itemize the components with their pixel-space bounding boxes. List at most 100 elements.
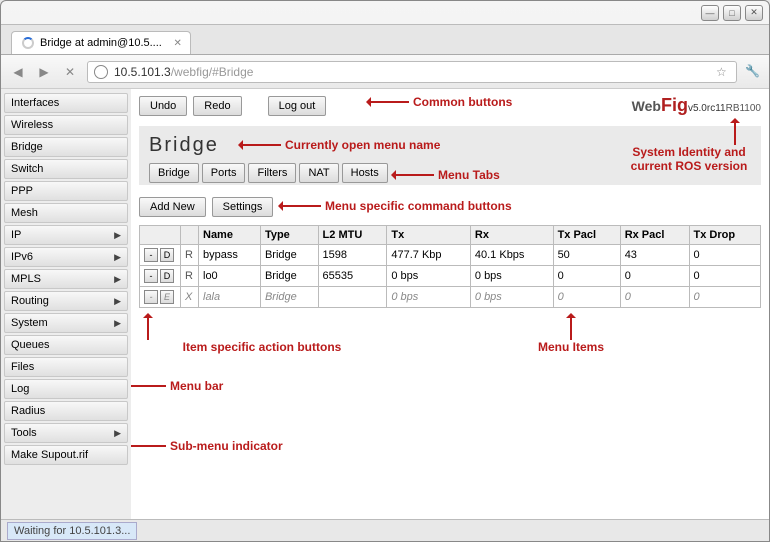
- back-icon[interactable]: ◀: [9, 63, 27, 81]
- tab-close-icon[interactable]: ✕: [173, 38, 181, 49]
- logo-identity: WebFigv5.0rc11RB1100: [632, 95, 761, 116]
- row-action-button[interactable]: E: [160, 290, 174, 304]
- sidebar-item-label: MPLS: [11, 273, 41, 285]
- col-header[interactable]: Rx Pacl: [620, 226, 689, 245]
- url-input[interactable]: 10.5.101.3/webfig/#Bridge ☆: [87, 61, 737, 83]
- ann-item-buttons: Item specific action buttons: [142, 314, 382, 354]
- tab-filters[interactable]: Filters: [248, 163, 296, 183]
- window-minimize-button[interactable]: —: [701, 5, 719, 21]
- cell-type: Bridge: [260, 287, 318, 308]
- cell-rxp: 0: [620, 266, 689, 287]
- cell-rxp: 43: [620, 245, 689, 266]
- cell-txp: 0: [553, 266, 620, 287]
- sidebar-item-ipv6[interactable]: IPv6▶: [4, 247, 128, 267]
- stop-icon[interactable]: ✕: [61, 63, 79, 81]
- cell-txd: 0: [689, 287, 760, 308]
- logout-button[interactable]: Log out: [268, 96, 327, 116]
- col-header[interactable]: Tx Pacl: [553, 226, 620, 245]
- loading-spinner-icon: [22, 37, 34, 49]
- sidebar-item-routing[interactable]: Routing▶: [4, 291, 128, 311]
- col-header[interactable]: Type: [260, 226, 318, 245]
- cell-name: lo0: [199, 266, 261, 287]
- globe-icon: [94, 65, 108, 79]
- sidebar-item-system[interactable]: System ▶: [4, 313, 128, 333]
- add-new-button[interactable]: Add New: [139, 197, 206, 217]
- cell-txp: 0: [553, 287, 620, 308]
- ann-menu-bar: Menu bar: [131, 379, 223, 393]
- table-row[interactable]: -DRlo0Bridge655350 bps0 bps000: [140, 266, 761, 287]
- sidebar-item-label: IP: [11, 229, 21, 241]
- bookmark-star-icon[interactable]: ☆: [716, 65, 730, 79]
- col-header[interactable]: Rx: [470, 226, 553, 245]
- row-action-button[interactable]: D: [160, 269, 174, 283]
- sidebar-item-interfaces[interactable]: Interfaces: [4, 93, 128, 113]
- settings-button[interactable]: Settings: [212, 197, 274, 217]
- row-flag: X: [181, 287, 199, 308]
- sidebar-item-ip[interactable]: IP ▶: [4, 225, 128, 245]
- sidebar-item-label: Interfaces: [11, 97, 59, 109]
- url-host: 10.5.101.3: [114, 65, 171, 79]
- table-row[interactable]: -DRbypassBridge1598477.7 Kbp40.1 Kbps504…: [140, 245, 761, 266]
- row-action-button[interactable]: -: [144, 290, 158, 304]
- chevron-right-icon: ▶: [114, 318, 121, 329]
- undo-button[interactable]: Undo: [139, 96, 187, 116]
- settings-wrench-icon[interactable]: 🔧: [745, 64, 761, 80]
- sidebar-item-ppp[interactable]: PPP: [4, 181, 128, 201]
- chevron-right-icon: ▶: [114, 274, 121, 285]
- row-action-button[interactable]: D: [160, 248, 174, 262]
- sidebar-item-label: Radius: [11, 405, 45, 417]
- cell-txd: 0: [689, 245, 760, 266]
- sidebar-item-label: Tools: [11, 427, 37, 439]
- col-header[interactable]: Tx: [387, 226, 471, 245]
- sidebar-item-wireless[interactable]: Wireless: [4, 115, 128, 135]
- sidebar-item-label: Mesh: [11, 207, 38, 219]
- sidebar-item-make-supout.rif[interactable]: Make Supout.rif: [4, 445, 128, 465]
- logo-board: RB1100: [726, 103, 761, 114]
- tab-ports[interactable]: Ports: [202, 163, 246, 183]
- menu-bar: Interfaces Wireless Bridge Switch PPP Mesh IP ▶…: [1, 89, 131, 519]
- row-flag: R: [181, 266, 199, 287]
- col-header[interactable]: [181, 226, 199, 245]
- logo-web: Web: [632, 98, 661, 114]
- sidebar-item-mpls[interactable]: MPLS ▶: [4, 269, 128, 289]
- browser-toolbar: ◀ ▶ ✕ 10.5.101.3/webfig/#Bridge ☆ 🔧: [1, 55, 769, 89]
- browser-tab[interactable]: Bridge at admin@10.5.... ✕: [11, 31, 191, 54]
- sidebar-item-label: Wireless: [11, 119, 53, 131]
- redo-button[interactable]: Redo: [193, 96, 241, 116]
- sidebar-item-mesh[interactable]: Mesh: [4, 203, 128, 223]
- tab-nat[interactable]: NAT: [299, 163, 338, 183]
- sidebar-item-label: IPv6: [11, 251, 33, 263]
- window-close-button[interactable]: ✕: [745, 5, 763, 21]
- sidebar-item-log[interactable]: Log: [4, 379, 128, 399]
- sidebar-item-label: PPP: [11, 185, 33, 197]
- sidebar-item-label: Make Supout.rif: [11, 449, 88, 461]
- chevron-right-icon: ▶: [114, 230, 121, 241]
- ann-menu-items: Menu Items: [501, 314, 641, 354]
- table-row[interactable]: -EXlalaBridge0 bps0 bps000: [140, 287, 761, 308]
- logo-fig: Fig: [661, 95, 688, 115]
- row-action-button[interactable]: -: [144, 248, 158, 262]
- window-titlebar: — □ ✕: [1, 1, 769, 25]
- sidebar-item-label: System: [11, 317, 48, 329]
- sidebar-item-files[interactable]: Files: [4, 357, 128, 377]
- sidebar-item-radius[interactable]: Radius: [4, 401, 128, 421]
- chevron-right-icon: ▶: [114, 428, 121, 439]
- sidebar-item-tools[interactable]: Tools ▶: [4, 423, 128, 443]
- cell-rx: 40.1 Kbps: [470, 245, 553, 266]
- sidebar-item-bridge[interactable]: Bridge: [4, 137, 128, 157]
- tab-hosts[interactable]: Hosts: [342, 163, 388, 183]
- sidebar-item-switch[interactable]: Switch: [4, 159, 128, 179]
- sidebar-item-queues[interactable]: Queues: [4, 335, 128, 355]
- col-header[interactable]: L2 MTU: [318, 226, 387, 245]
- col-header[interactable]: Name: [199, 226, 261, 245]
- row-action-button[interactable]: -: [144, 269, 158, 283]
- command-buttons: Add New Settings: [139, 197, 761, 217]
- col-header[interactable]: Tx Drop: [689, 226, 760, 245]
- sidebar-item-label: Log: [11, 383, 29, 395]
- forward-icon[interactable]: ▶: [35, 63, 53, 81]
- sidebar-item-label: Switch: [11, 163, 43, 175]
- tab-bridge[interactable]: Bridge: [149, 163, 199, 183]
- col-header[interactable]: [140, 226, 181, 245]
- window-maximize-button[interactable]: □: [723, 5, 741, 21]
- page-title: Bridge: [149, 134, 753, 157]
